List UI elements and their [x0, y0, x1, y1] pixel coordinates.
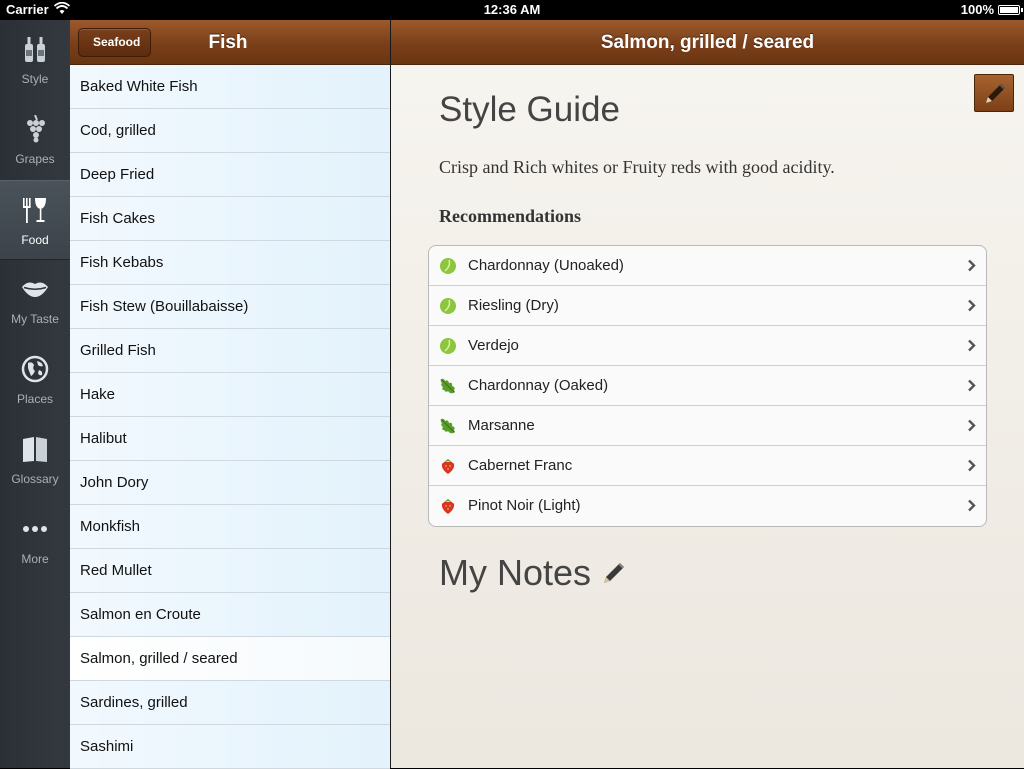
tab-food[interactable]: Food — [0, 180, 70, 260]
status-bar: Carrier 12:36 AM 100% — [0, 0, 1024, 20]
fork-glass-icon — [0, 195, 70, 225]
list-item[interactable]: Fish Kebabs — [70, 241, 390, 285]
recommendations-table: Chardonnay (Unoaked) Riesling (Dry) Verd… — [428, 245, 987, 527]
list-item[interactable]: Deep Fried — [70, 153, 390, 197]
tab-label: Glossary — [11, 472, 59, 486]
recommendation-label: Chardonnay (Oaked) — [468, 377, 609, 394]
list-item[interactable]: Sardines, grilled — [70, 681, 390, 725]
list-item[interactable]: Baked White Fish — [70, 65, 390, 109]
detail-panel: Salmon, grilled / seared Style Guide Cri… — [391, 20, 1024, 768]
tab-glossary[interactable]: Glossary — [0, 420, 70, 500]
tab-label: My Taste — [11, 312, 59, 326]
oak-leaf-icon — [439, 417, 457, 435]
status-time: 12:36 AM — [483, 2, 541, 17]
style-guide-heading: Style Guide — [439, 90, 620, 129]
list-item[interactable]: Red Mullet — [70, 549, 390, 593]
strawberry-icon — [439, 497, 457, 515]
recommendation-row[interactable]: Riesling (Dry) — [429, 286, 986, 326]
recommendation-row[interactable]: Verdejo — [429, 326, 986, 366]
list-item[interactable]: Monkfish — [70, 505, 390, 549]
bottles-icon — [0, 34, 70, 64]
tab-label: Places — [16, 392, 54, 406]
grapes-icon — [0, 114, 70, 144]
recommendation-label: Marsanne — [468, 417, 535, 434]
list-item-selected[interactable]: Salmon, grilled / seared — [70, 637, 390, 681]
pencil-icon[interactable] — [601, 560, 627, 591]
list-item[interactable]: Fish Cakes — [70, 197, 390, 241]
edit-button[interactable] — [974, 74, 1014, 112]
master-title: Fish — [208, 32, 248, 53]
chevron-right-icon — [967, 419, 976, 437]
detail-navbar: Salmon, grilled / seared — [391, 20, 1024, 65]
recommendation-label: Cabernet Franc — [468, 457, 573, 474]
chevron-right-icon — [967, 299, 976, 317]
recommendations-heading: Recommendations — [439, 206, 581, 226]
recommendation-label: Pinot Noir (Light) — [468, 497, 581, 514]
list-item[interactable]: Grilled Fish — [70, 329, 390, 373]
tab-label: More — [21, 552, 49, 566]
list-item[interactable]: Cod, grilled — [70, 109, 390, 153]
tab-label: Grapes — [15, 152, 55, 166]
list-item[interactable]: John Dory — [70, 461, 390, 505]
green-grape-icon — [439, 297, 457, 315]
recommendation-row[interactable]: Pinot Noir (Light) — [429, 486, 986, 526]
recommendation-row[interactable]: Cabernet Franc — [429, 446, 986, 486]
tab-label: Style — [21, 72, 49, 86]
tab-style[interactable]: Style — [0, 20, 70, 100]
chevron-right-icon — [967, 379, 976, 397]
style-description: Crisp and Rich whites or Fruity reds wit… — [439, 157, 835, 177]
tab-places[interactable]: Places — [0, 340, 70, 420]
list-item[interactable]: Halibut — [70, 417, 390, 461]
chevron-right-icon — [967, 459, 976, 477]
recommendation-row[interactable]: Marsanne — [429, 406, 986, 446]
recommendation-label: Riesling (Dry) — [468, 297, 559, 314]
recommendation-row[interactable]: Chardonnay (Oaked) — [429, 366, 986, 406]
battery-percent: 100% — [960, 2, 994, 17]
master-panel: Seafood Fish Baked White Fish Cod, grill… — [70, 20, 390, 769]
oak-leaf-icon — [439, 377, 457, 395]
fish-list: Baked White Fish Cod, grilled Deep Fried… — [70, 65, 390, 769]
list-item[interactable]: Sashimi — [70, 725, 390, 769]
ellipsis-icon — [0, 514, 70, 544]
tab-more[interactable]: More — [0, 500, 70, 580]
master-navbar: Seafood Fish — [70, 20, 390, 65]
green-grape-icon — [439, 337, 457, 355]
list-item[interactable]: Fish Stew (Bouillabaisse) — [70, 285, 390, 329]
recommendation-row[interactable]: Chardonnay (Unoaked) — [429, 246, 986, 286]
lips-icon — [0, 274, 70, 304]
tab-label: Food — [21, 233, 49, 247]
chevron-right-icon — [967, 259, 976, 277]
recommendation-label: Verdejo — [468, 337, 519, 354]
list-item[interactable]: Salmon en Croute — [70, 593, 390, 637]
battery-icon — [998, 5, 1023, 15]
globe-icon — [0, 354, 70, 384]
green-grape-icon — [439, 257, 457, 275]
my-notes-heading: My Notes — [439, 552, 592, 593]
list-item[interactable]: Hake — [70, 373, 390, 417]
tab-rail: Style Grapes Food My Taste Places Glossa… — [0, 20, 70, 768]
chevron-right-icon — [967, 499, 976, 517]
recommendation-label: Chardonnay (Unoaked) — [468, 257, 624, 274]
strawberry-icon — [439, 457, 457, 475]
book-icon — [0, 434, 70, 464]
tab-my-taste[interactable]: My Taste — [0, 260, 70, 340]
detail-title: Salmon, grilled / seared — [600, 32, 815, 53]
chevron-right-icon — [967, 339, 976, 357]
tab-grapes[interactable]: Grapes — [0, 100, 70, 180]
